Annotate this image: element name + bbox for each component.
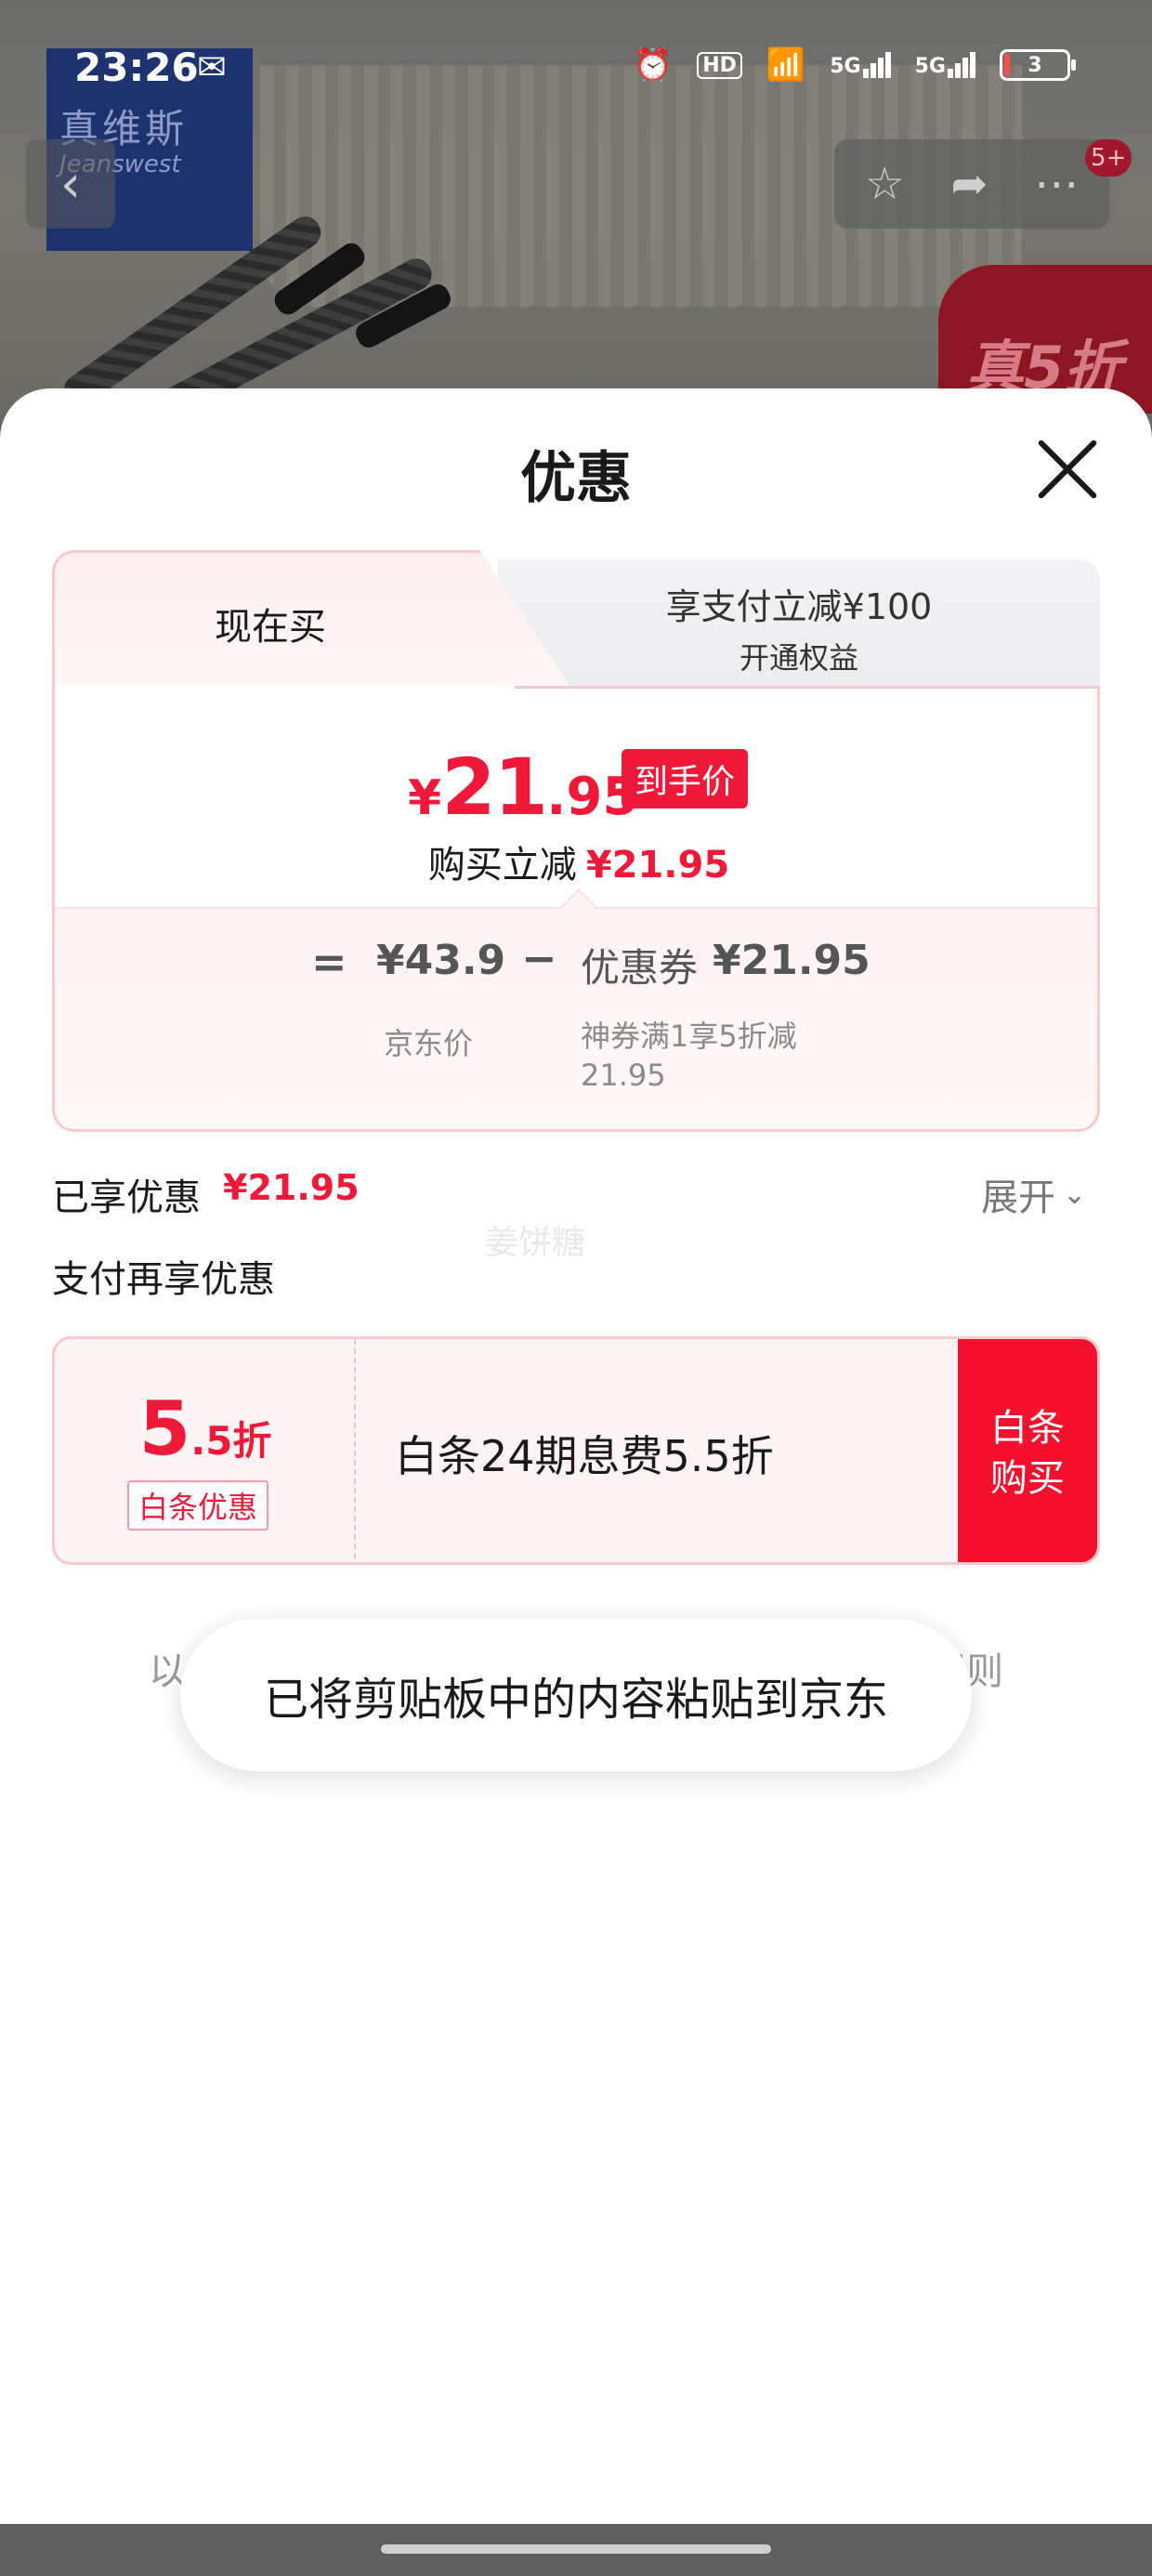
discount-sheet: 优惠 享支付立减¥100 开通权益 现在买 ¥ 21 .95 到手价 购买立减 ¥… xyxy=(0,388,1152,2524)
top-action-bar: ☆ ➦ ⋯ xyxy=(834,139,1109,229)
minus-sign: − xyxy=(521,933,557,983)
enjoyed-discount-label: 已享优惠 xyxy=(52,1176,201,1219)
price-card-body: ¥ 21 .95 到手价 购买立减 ¥21.95 = ¥43.9 − 优惠券 ¥2… xyxy=(52,686,1100,1132)
equals-sign: = xyxy=(311,937,347,987)
status-bar: 23:26 ✉ ⏰ HD 📶 5G 5G 3 xyxy=(0,0,1152,139)
navigation-bar xyxy=(0,2524,1152,2576)
5g-signal-icon: 5G xyxy=(830,52,891,78)
baitiao-rate: 5.5折 xyxy=(55,1386,356,1472)
final-price-badge: 到手价 xyxy=(622,749,749,808)
back-button[interactable]: ‹ xyxy=(26,139,115,229)
wifi-icon: 📶 xyxy=(766,46,806,84)
sheet-title: 优惠 xyxy=(520,446,632,511)
hd-icon: HD xyxy=(697,51,742,79)
status-icons: ⏰ HD 📶 5G 5G 3 xyxy=(633,46,1076,84)
expand-label: 展开 xyxy=(981,1176,1055,1219)
baitiao-rate-small: .5折 xyxy=(190,1418,272,1464)
close-icon[interactable] xyxy=(1031,433,1106,507)
battery-level: 3 xyxy=(1028,53,1042,77)
baitiao-rate-big: 5 xyxy=(138,1386,191,1472)
baitiao-buy-line2: 购买 xyxy=(990,1457,1065,1500)
final-price: ¥ 21 .95 xyxy=(408,742,638,833)
tab-buy-now-label: 现在买 xyxy=(215,606,326,649)
tab-pay-discount-subtitle: 开通权益 xyxy=(739,640,858,676)
alarm-icon: ⏰ xyxy=(633,46,674,84)
tab-pay-discount-title: 享支付立减¥100 xyxy=(665,586,933,627)
share-icon[interactable]: ➦ xyxy=(950,162,988,206)
watermark: 姜饼糖 xyxy=(485,1224,586,1262)
price-breakdown: = ¥43.9 − 优惠券 ¥21.95 京东价 神券满1享5折减21.95 xyxy=(55,888,1097,1129)
5g-signal-icon: 5G xyxy=(915,52,975,78)
purchase-reduction-amount: ¥21.95 xyxy=(585,844,730,887)
baitiao-description: 白条24期息费5.5折 xyxy=(395,1431,774,1481)
price-card: 享支付立减¥100 开通权益 现在买 ¥ 21 .95 到手价 购买立减 ¥21.… xyxy=(52,550,1100,1132)
expand-button[interactable]: 展开 ⌄ xyxy=(981,1167,1086,1221)
final-price-integer: 21 xyxy=(441,742,548,833)
baitiao-buy-button[interactable]: 白条 购买 xyxy=(958,1339,1097,1562)
purchase-reduction: 购买立减 ¥21.95 xyxy=(55,835,1097,888)
home-indicator[interactable] xyxy=(381,2544,771,2554)
clipboard-toast: 已将剪贴板中的内容粘贴到京东 xyxy=(180,1619,972,1771)
jd-price-caption: 京东价 xyxy=(384,1026,474,1061)
tab-pay-discount[interactable]: 享支付立减¥100 开通权益 xyxy=(498,559,1100,690)
status-time: 23:26 xyxy=(74,45,199,90)
wechat-icon: ✉ xyxy=(197,46,227,87)
star-icon[interactable]: ☆ xyxy=(865,162,905,206)
purchase-reduction-label: 购买立减 xyxy=(427,844,577,887)
baitiao-buy-line1: 白条 xyxy=(990,1407,1065,1450)
final-price-currency: ¥ xyxy=(408,770,442,826)
more-icon[interactable]: ⋯ xyxy=(1034,162,1079,206)
baitiao-rate-panel: 5.5折 白条优惠 xyxy=(55,1339,356,1562)
enjoyed-discount-amount: ¥21.95 xyxy=(223,1167,360,1208)
message-count-badge: 5+ xyxy=(1085,139,1132,177)
baitiao-tag: 白条优惠 xyxy=(127,1480,269,1531)
coupon-label: 优惠券 xyxy=(581,945,699,991)
baitiao-offer-card: 5.5折 白条优惠 白条24期息费5.5折 白条购买 xyxy=(52,1336,1100,1565)
chevron-down-icon: ⌄ xyxy=(1063,1177,1087,1211)
coupon-caption: 神券满1享5折减21.95 xyxy=(581,1019,797,1093)
coupon-amount: ¥21.95 xyxy=(713,937,871,984)
breakdown-pointer xyxy=(560,888,597,926)
jd-price: ¥43.9 xyxy=(376,937,506,984)
chevron-left-icon: ‹ xyxy=(59,153,82,215)
battery-icon: 3 xyxy=(1000,49,1076,81)
pay-more-discount-label: 支付再享优惠 xyxy=(52,1258,275,1301)
